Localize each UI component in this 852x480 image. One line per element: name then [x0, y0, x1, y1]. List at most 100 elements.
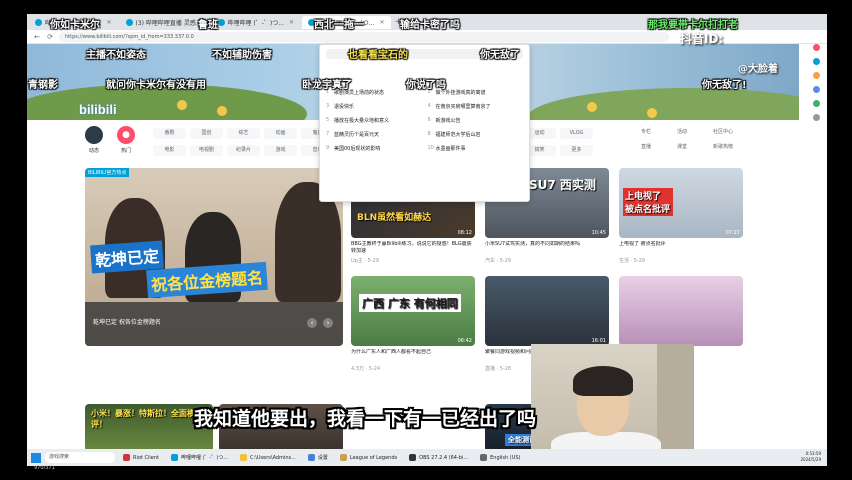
streamer-handle: @大脸着 — [738, 64, 778, 75]
carousel-caption[interactable]: 乾坤已定 祝各位金榜题名 — [93, 317, 161, 326]
avatar[interactable] — [85, 126, 103, 144]
creator-icon[interactable] — [812, 100, 820, 107]
fire-icon[interactable]: ● — [117, 126, 135, 144]
windows-start-icon[interactable] — [31, 452, 41, 463]
close-tab-icon[interactable]: ✕ — [289, 19, 294, 26]
video-title[interactable]: 小米SU7试驾实测，真的不同如期的结果吗 — [485, 241, 609, 255]
refresh-icon[interactable]: ⟳ — [46, 33, 54, 41]
side-link[interactable]: 专栏 — [641, 128, 677, 135]
taskbar-clock[interactable]: 0:53:59 2024/5/29 — [800, 451, 821, 463]
taskbar-app[interactable]: League of Legends — [336, 451, 401, 464]
left-nav: 动态 ● 热门 — [85, 126, 135, 154]
taskbar-app[interactable]: OBS 27.2.4 (64-bi... — [405, 451, 472, 464]
chat-danmaku: 主播不如姿态 — [86, 50, 146, 61]
taskbar-app[interactable]: Riot Client — [119, 451, 163, 464]
taskbar-app[interactable]: English (US) — [476, 451, 524, 464]
close-tab-icon[interactable]: ✕ — [106, 19, 111, 26]
taskbar-search[interactable]: 游戏搜索 — [45, 452, 115, 463]
overlay-stamp: 970/371 — [34, 465, 55, 471]
video-card[interactable]: 广西 广东 有何相同 06:42 为什么广东人和广西人都看不起自己 4.3万 ·… — [351, 276, 475, 372]
video-card[interactable]: 上电视了 被点名批评 07:27 上电视了 被点名批评 生活 · 5-29 — [619, 168, 743, 264]
language-icon — [480, 454, 488, 461]
back-icon[interactable]: ← — [33, 33, 41, 41]
taskbar-app[interactable]: 哔哩哔哩 (゜-゜)つ... — [167, 451, 232, 464]
nav-dynamic[interactable]: 动态 — [85, 126, 103, 154]
video-title[interactable]: 上电视了 被点名批评 — [619, 241, 743, 255]
banner-flower — [217, 106, 227, 116]
chat-danmaku: 青钢影 — [28, 80, 58, 91]
channel-chip[interactable]: 游戏 — [264, 145, 297, 156]
webcam-background-shelf — [657, 344, 694, 464]
video-thumbnail[interactable]: 16:01 — [485, 276, 609, 346]
carousel-headline: 乾坤已定 — [90, 240, 164, 274]
video-meta[interactable]: 生活 · 5-29 — [619, 257, 743, 264]
side-link[interactable]: 社区中心 — [713, 128, 749, 135]
side-link[interactable]: 直播 — [641, 143, 677, 150]
browser-tab[interactable]: (3) 哔哩哔哩直播 灵感... ✕ — [120, 16, 210, 29]
more-icon[interactable] — [812, 114, 820, 121]
bilibili-logo[interactable]: bilibili — [79, 102, 117, 117]
channel-chip[interactable]: 电影 — [153, 145, 186, 156]
url-field[interactable]: https://www.bilibili.com/?spm_id_from=33… — [59, 31, 669, 42]
video-thumbnail[interactable]: 广西 广东 有何相同 06:42 — [351, 276, 475, 346]
close-tab-icon[interactable]: ✕ — [380, 19, 385, 26]
chat-danmaku: 你无敌了 — [480, 50, 520, 61]
video-meta[interactable]: Up主 · 5-29 — [351, 257, 475, 264]
chat-danmaku: 卧龙宇真了 — [302, 80, 352, 91]
side-link[interactable]: 课堂 — [677, 143, 713, 150]
chat-danmaku: 西北一拖一 — [314, 20, 364, 31]
hot-search-item[interactable]: 3 退役快乐 — [326, 103, 422, 110]
video-thumbnail[interactable] — [619, 276, 743, 346]
chat-danmaku: 你如卡米尔 — [50, 20, 100, 31]
chat-danmaku: 鲁班 — [198, 20, 218, 31]
channel-chip[interactable]: 国创 — [190, 128, 223, 139]
channel-chip[interactable]: 更多 — [560, 145, 593, 156]
taskbar-app[interactable]: 设置 — [304, 451, 332, 464]
video-title[interactable]: BBG主教终于赢Bilibili练习，说说它的疑惑！BLG屡获转加速 — [351, 241, 475, 255]
hot-search-item[interactable]: 10 水墨画那件事 — [428, 145, 524, 152]
favorite-icon[interactable] — [812, 86, 820, 93]
bilibili-favicon-icon — [125, 18, 133, 26]
video-title[interactable]: 为什么广东人和广西人都看不起自己 — [351, 349, 475, 363]
bilibili-favicon-icon — [35, 18, 42, 26]
channel-chip[interactable]: 纪录片 — [227, 145, 260, 156]
channel-chip[interactable]: VLOG — [560, 128, 593, 139]
taskbar: 游戏搜索 Riot Client 哔哩哔哩 (゜-゜)つ... C:\Users… — [27, 449, 827, 466]
side-links: 专栏 活动 社区中心 直播 课堂 新歌热榜 — [641, 128, 749, 150]
browser-icon — [170, 454, 178, 461]
hot-search-item[interactable]: 5 播放在极大量众地和意义 — [326, 117, 422, 124]
history-icon[interactable] — [812, 72, 820, 79]
featured-carousel[interactable]: BILIBILI官方热点 乾坤已定 祝各位金榜题名 乾坤已定 祝各位金榜题名 ‹… — [85, 168, 343, 346]
message-icon[interactable] — [812, 58, 820, 65]
taskbar-app[interactable]: C:\Users\Admins... — [236, 451, 300, 464]
channel-chip[interactable]: 动画 — [264, 128, 297, 139]
hot-search-item[interactable]: 6 新游戏公告 — [428, 117, 524, 124]
carousel-tag: BILIBILI官方热点 — [85, 168, 130, 177]
bilibili-favicon-icon — [217, 18, 225, 26]
side-link[interactable]: 活动 — [677, 128, 713, 135]
channel-chip[interactable]: 电视剧 — [190, 145, 223, 156]
banner-flower — [177, 100, 187, 110]
hot-search-item[interactable]: 8 福建师范大学后山岩 — [428, 131, 524, 138]
chat-danmaku: 你无敌了! — [702, 80, 747, 91]
chat-danmaku: 你说了吗 — [406, 80, 446, 91]
hot-search-item[interactable]: 9 美国00后现状的影响 — [326, 145, 422, 152]
banner-flower — [587, 102, 597, 112]
browser-tab[interactable]: 哔哩哔哩 (゜-゜)つ... ✕ — [212, 16, 301, 29]
hot-search-item[interactable]: 4 在南京买房哪里算南京了 — [428, 103, 524, 110]
notification-icon[interactable] — [812, 44, 820, 51]
video-meta[interactable]: 4.3万 · 5-24 — [351, 365, 475, 372]
side-link[interactable]: 新歌热榜 — [713, 143, 749, 150]
webcam-person-hair — [573, 366, 633, 396]
nav-hot[interactable]: ● 热门 — [117, 126, 135, 154]
video-meta[interactable]: 汽车 · 5-29 — [485, 257, 609, 264]
carousel-next-button[interactable]: › — [323, 318, 333, 328]
carousel-prev-button[interactable]: ‹ — [307, 318, 317, 328]
video-thumbnail[interactable]: 上电视了 被点名批评 07:27 — [619, 168, 743, 238]
channel-chip[interactable]: 综艺 — [227, 128, 260, 139]
channel-chip[interactable]: 番剧 — [153, 128, 186, 139]
chat-danmaku: 就问你卡米尔有没有用 — [106, 80, 206, 91]
chat-danmaku: 输给卡密了吗 — [400, 20, 460, 31]
webcam-overlay — [531, 344, 694, 464]
hot-search-item[interactable]: 7 蓝精灵历个是百元天 — [326, 131, 422, 138]
